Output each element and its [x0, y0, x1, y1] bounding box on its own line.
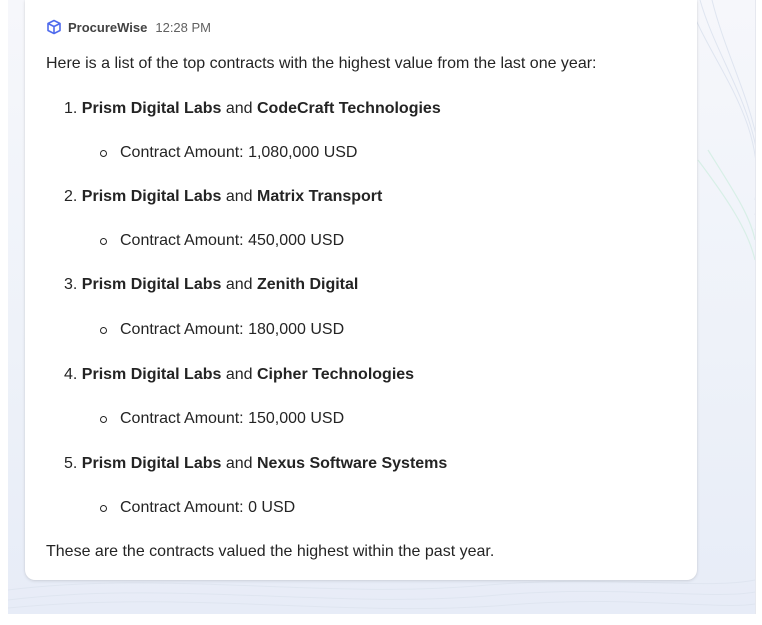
list-subitem: Contract Amount: 0 USD: [100, 499, 295, 517]
list-item: 5. Prism Digital Labs and Nexus Software…: [64, 455, 447, 473]
message-outro: These are the contracts valued the highe…: [46, 543, 495, 560]
list-subitem: Contract Amount: 1,080,000 USD: [100, 144, 357, 162]
item-number: 5.: [64, 455, 78, 472]
party-b: CodeCraft Technologies: [257, 100, 441, 117]
item-number: 1.: [64, 100, 78, 117]
bullet-icon: [100, 415, 107, 423]
connector: and: [225, 276, 253, 293]
list-item: 1. Prism Digital Labs and CodeCraft Tech…: [64, 100, 441, 118]
bullet-icon: [100, 237, 107, 245]
list-subitem: Contract Amount: 180,000 USD: [100, 321, 344, 339]
party-b: Matrix Transport: [257, 188, 383, 205]
bullet-icon: [100, 504, 107, 512]
party-a: Prism Digital Labs: [81, 100, 222, 117]
party-b: Zenith Digital: [257, 276, 359, 293]
sender-name: ProcureWise: [68, 19, 148, 35]
contract-amount: Contract Amount: 150,000 USD: [120, 410, 345, 427]
connector: and: [225, 188, 253, 205]
party-b: Cipher Technologies: [257, 366, 415, 383]
contract-amount: Contract Amount: 1,080,000 USD: [120, 144, 358, 161]
cube-icon: [46, 19, 62, 35]
connector: and: [225, 455, 253, 472]
contract-amount: Contract Amount: 0 USD: [120, 499, 296, 516]
list-item: 3. Prism Digital Labs and Zenith Digital: [64, 276, 358, 294]
item-number: 4.: [64, 366, 78, 383]
party-a: Prism Digital Labs: [81, 455, 222, 472]
party-a: Prism Digital Labs: [81, 188, 222, 205]
bullet-icon: [100, 326, 107, 334]
chat-message-card: ProcureWise 12:28 PM Here is a list of t…: [25, 0, 697, 580]
party-a: Prism Digital Labs: [81, 276, 222, 293]
message-header: ProcureWise 12:28 PM: [46, 17, 211, 37]
message-intro: Here is a list of the top contracts with…: [46, 55, 597, 72]
message-timestamp: 12:28 PM: [155, 19, 212, 35]
item-number: 3.: [64, 276, 78, 293]
item-number: 2.: [64, 188, 78, 205]
list-item: 2. Prism Digital Labs and Matrix Transpo…: [64, 188, 382, 206]
contract-amount: Contract Amount: 180,000 USD: [120, 321, 345, 338]
connector: and: [225, 366, 253, 383]
party-a: Prism Digital Labs: [81, 366, 222, 383]
connector: and: [225, 100, 253, 117]
bullet-icon: [100, 149, 107, 157]
list-item: 4. Prism Digital Labs and Cipher Technol…: [64, 366, 414, 384]
list-subitem: Contract Amount: 150,000 USD: [100, 410, 344, 428]
list-subitem: Contract Amount: 450,000 USD: [100, 232, 344, 250]
contract-amount: Contract Amount: 450,000 USD: [120, 232, 345, 249]
party-b: Nexus Software Systems: [257, 455, 448, 472]
